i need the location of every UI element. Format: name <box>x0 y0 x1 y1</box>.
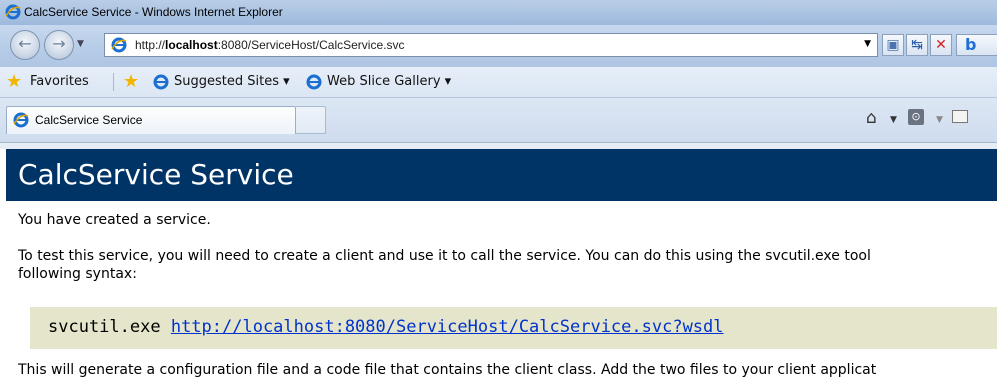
tab-bar: CalcService Service ⌂ ▼ ⊙ ▼ <box>0 98 997 142</box>
favorites-divider <box>113 73 114 91</box>
address-url[interactable]: http://localhost:8080/ServiceHost/CalcSe… <box>135 38 404 52</box>
window-title: CalcService Service - Windows Internet E… <box>24 5 283 19</box>
forward-button[interactable]: → <box>44 30 74 60</box>
tab-ie-icon <box>13 112 29 128</box>
instructions-line-1: To test this service, you will need to c… <box>18 248 871 264</box>
home-icon[interactable]: ⌂ <box>866 108 877 128</box>
svcutil-code-block: svcutil.exe http://localhost:8080/Servic… <box>30 307 997 349</box>
web-slice-icon <box>306 74 322 90</box>
url-prefix: http:// <box>135 38 166 52</box>
feeds-icon[interactable]: ⊙ <box>908 109 924 125</box>
configuration-paragraph: This will generate a configuration file … <box>18 362 877 378</box>
stop-button[interactable]: ✕ <box>930 34 952 56</box>
forward-arrow-icon: → <box>52 34 66 53</box>
refresh-icon: ↹ <box>911 37 923 53</box>
tab-label: CalcService Service <box>35 113 143 127</box>
mail-icon[interactable] <box>952 110 968 123</box>
back-button[interactable]: ← <box>10 30 40 60</box>
favorites-button[interactable]: Favorites <box>30 74 89 89</box>
history-dropdown-icon[interactable]: ▼ <box>77 39 84 49</box>
favorites-bar: ★ Favorites ★ Suggested Sites ▾ Web Slic… <box>0 67 997 98</box>
suggested-sites-icon <box>153 74 169 90</box>
wsdl-link[interactable]: http://localhost:8080/ServiceHost/CalcSe… <box>171 317 724 337</box>
search-provider-button[interactable]: b <box>956 34 997 56</box>
instructions-line-2: following syntax: <box>18 266 137 282</box>
add-favorites-icon[interactable]: ★ <box>123 71 139 92</box>
intro-paragraph: You have created a service. <box>18 212 211 228</box>
compatibility-icon: ▣ <box>886 37 900 53</box>
address-bar[interactable]: http://localhost:8080/ServiceHost/CalcSe… <box>104 33 878 57</box>
ie-logo-icon <box>5 4 21 20</box>
compatibility-view-button[interactable]: ▣ <box>882 34 904 56</box>
new-tab-button[interactable] <box>296 106 326 134</box>
favorites-star-icon: ★ <box>6 71 23 92</box>
suggested-sites-link[interactable]: Suggested Sites ▾ <box>174 74 290 89</box>
window-title-bar: CalcService Service - Windows Internet E… <box>0 0 997 25</box>
svcutil-command: svcutil.exe <box>48 317 171 337</box>
navigation-bar: ← → ▼ http://localhost:8080/ServiceHost/… <box>0 25 997 67</box>
page-header: CalcService Service <box>6 149 997 201</box>
stop-icon: ✕ <box>935 37 947 53</box>
refresh-button[interactable]: ↹ <box>906 34 928 56</box>
feeds-dropdown-icon[interactable]: ▼ <box>936 115 943 125</box>
web-slice-gallery-link[interactable]: Web Slice Gallery ▾ <box>327 74 451 89</box>
content-frame-border <box>0 142 997 149</box>
back-arrow-icon: ← <box>18 34 32 53</box>
tab-calcservice[interactable]: CalcService Service <box>6 106 296 134</box>
page-title: CalcService Service <box>18 158 294 191</box>
page-ie-icon <box>111 37 127 53</box>
home-dropdown-icon[interactable]: ▼ <box>890 115 897 125</box>
url-path: :8080/ServiceHost/CalcService.svc <box>217 38 405 52</box>
bing-icon: b <box>965 35 977 54</box>
address-dropdown-icon[interactable]: ▼ <box>864 39 871 49</box>
url-host: localhost <box>165 38 218 52</box>
